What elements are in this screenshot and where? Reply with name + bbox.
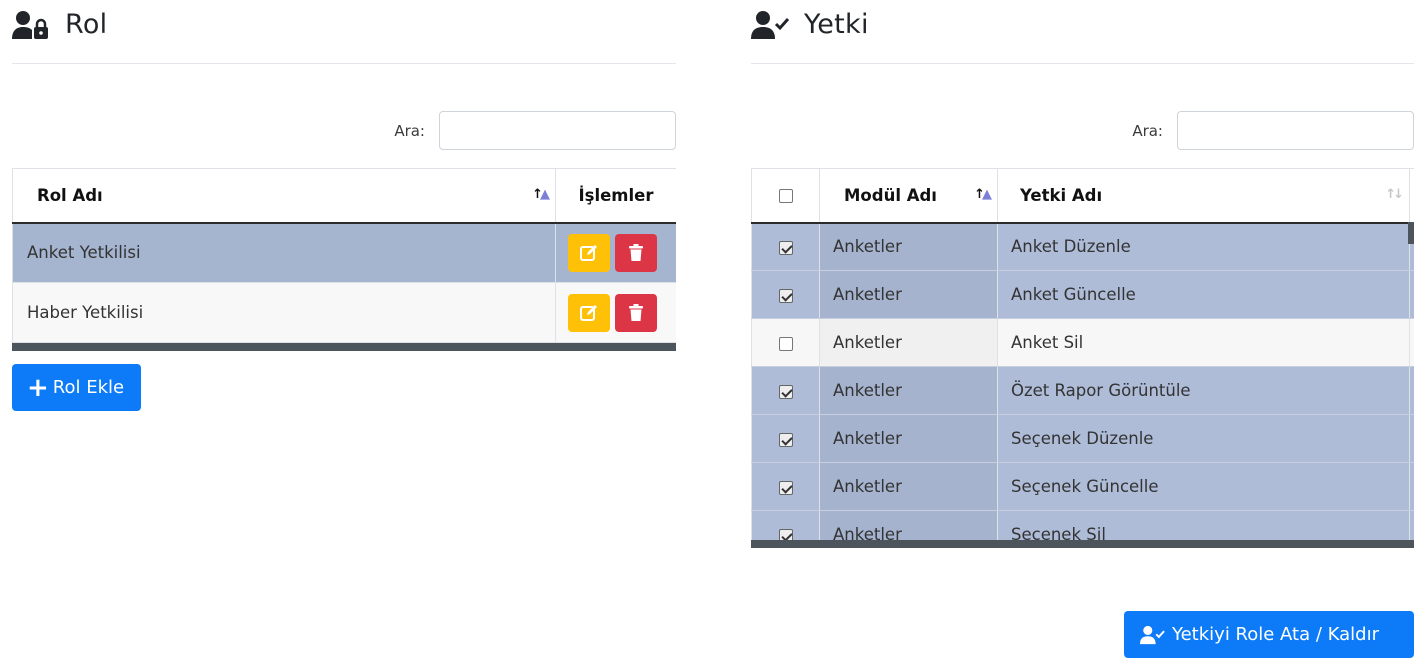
horizontal-scrollbar[interactable] [751,540,1414,548]
col-header-yetki-adi-label: Yetki Adı [1020,185,1103,205]
edit-icon [580,244,597,261]
spacer-cell [1409,270,1414,319]
row-actions [556,233,676,272]
edit-button[interactable] [568,233,610,272]
assign-permission-label: Yetkiyi Role Ata / Kaldır [1172,624,1379,645]
spacer-cell [1409,414,1414,463]
permission-cell: Özet Rapor Görüntüle [997,366,1410,415]
rol-panel-header: Rol [12,0,676,64]
col-header-modul-adi[interactable]: Modül Adı ↑▲ [819,168,998,224]
plus-icon: + [27,372,49,403]
trash-icon [629,243,643,261]
module-cell: Anketler [819,318,998,367]
row-checkbox[interactable] [778,336,793,351]
add-role-label: Rol Ekle [52,377,125,398]
table-row[interactable]: Anketler Anket Sil [751,318,1414,367]
yetki-search-input[interactable] [1177,111,1414,150]
user-check-icon [751,8,791,42]
row-checkbox-cell [751,462,820,511]
delete-button[interactable] [615,293,657,332]
sort-icon: ↑▲ [974,187,992,202]
table-row[interactable]: Anketler Seçenek Sil [751,510,1414,540]
module-cell: Anketler [819,222,998,271]
col-header-rol-adi-label: Rol Adı [37,185,103,205]
sort-icon: ↑↓ [1385,187,1404,202]
row-checkbox-cell [751,222,820,271]
table-row[interactable]: Anketler Seçenek Güncelle [751,462,1414,511]
table-row[interactable]: Anketler Anket Güncelle [751,270,1414,319]
permission-cell: Seçenek Güncelle [997,462,1410,511]
row-checkbox-cell [751,414,820,463]
yetki-panel: Yetki Ara: Modül Adı ↑▲ Yetki Adı ↑↓ Ank… [751,0,1414,548]
col-header-yetki-adi[interactable]: Yetki Adı ↑↓ [997,168,1410,224]
yetki-table: Modül Adı ↑▲ Yetki Adı ↑↓ Anketler Anket … [751,168,1414,540]
rol-panel: Rol Ara: Rol Adı ↑▲ İşlemler Anket Yetki… [12,0,676,351]
row-checkbox-cell [751,318,820,367]
col-header-rol-adi[interactable]: Rol Adı ↑▲ [12,168,556,224]
module-cell: Anketler [819,270,998,319]
sort-icon: ↑▲ [532,187,550,202]
user-check-icon [1140,625,1166,645]
spacer-cell [1409,366,1414,415]
yetki-search-row: Ara: [1132,111,1414,150]
yetki-search-label: Ara: [1132,121,1163,140]
row-checkbox[interactable] [778,432,793,447]
horizontal-scrollbar[interactable] [12,343,676,351]
table-row[interactable]: Anketler Seçenek Düzenle [751,414,1414,463]
rol-search-row: Ara: [394,111,676,150]
module-cell: Anketler [819,462,998,511]
row-checkbox[interactable] [778,528,793,540]
row-checkbox[interactable] [778,240,793,255]
rol-search-input[interactable] [439,111,676,150]
rol-table: Rol Adı ↑▲ İşlemler Anket Yetkilisi Haber… [12,168,676,343]
row-checkbox[interactable] [778,288,793,303]
col-header-spacer [1409,168,1414,224]
col-header-select-all[interactable] [751,168,820,224]
role-ops-cell [555,222,676,283]
permission-cell: Anket Sil [997,318,1410,367]
permission-cell: Anket Düzenle [997,222,1410,271]
row-checkbox-cell [751,270,820,319]
spacer-cell [1409,318,1414,367]
module-cell: Anketler [819,510,998,540]
module-cell: Anketler [819,414,998,463]
permission-cell: Seçenek Düzenle [997,414,1410,463]
row-checkbox[interactable] [778,480,793,495]
rol-search-label: Ara: [394,121,425,140]
table-row[interactable]: Anketler Anket Düzenle [751,222,1414,271]
permission-cell: Anket Güncelle [997,270,1410,319]
vertical-scrollbar-thumb[interactable] [1408,222,1414,244]
rol-table-wrap: Rol Adı ↑▲ İşlemler Anket Yetkilisi Haber… [12,168,676,351]
row-checkbox-cell [751,510,820,540]
edit-icon [580,304,597,321]
role-ops-cell [555,282,676,343]
spacer-cell [1409,510,1414,540]
module-cell: Anketler [819,366,998,415]
user-lock-icon [12,8,52,42]
permission-cell: Seçenek Sil [997,510,1410,540]
spacer-cell [1409,462,1414,511]
page-title-yetki: Yetki [804,9,869,40]
col-header-islemler: İşlemler [555,168,676,224]
assign-permission-button[interactable]: Yetkiyi Role Ata / Kaldır [1124,611,1414,658]
role-name-cell: Haber Yetkilisi [12,282,556,343]
select-all-checkbox[interactable] [778,189,793,204]
yetki-table-wrap: Modül Adı ↑▲ Yetki Adı ↑↓ Anketler Anket … [751,168,1414,548]
table-row[interactable]: Anketler Özet Rapor Görüntüle [751,366,1414,415]
role-name-cell: Anket Yetkilisi [12,222,556,283]
page-title-rol: Rol [65,9,108,40]
row-checkbox-cell [751,366,820,415]
col-header-islemler-label: İşlemler [578,185,654,205]
table-row[interactable]: Haber Yetkilisi [12,282,676,343]
yetki-scroll-area[interactable]: Modül Adı ↑▲ Yetki Adı ↑↓ Anketler Anket … [751,168,1414,540]
row-actions [556,293,676,332]
col-header-modul-adi-label: Modül Adı [844,185,937,205]
add-role-button[interactable]: + Rol Ekle [12,364,141,411]
yetki-panel-header: Yetki [751,0,1414,64]
edit-button[interactable] [568,293,610,332]
trash-icon [629,303,643,321]
table-row[interactable]: Anket Yetkilisi [12,222,676,283]
row-checkbox[interactable] [778,384,793,399]
delete-button[interactable] [615,233,657,272]
